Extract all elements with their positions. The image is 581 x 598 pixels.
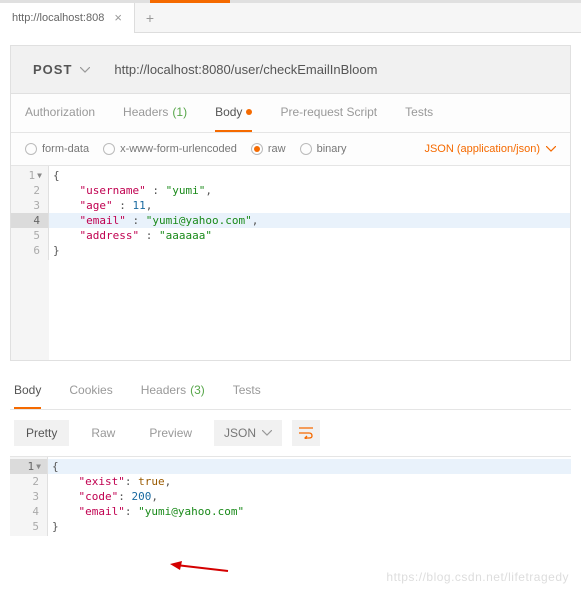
request-url-row: POST [11,46,570,94]
response-tab-cookies[interactable]: Cookies [69,373,112,409]
line-number: 4 [10,504,47,519]
url-input[interactable] [110,56,556,83]
response-format-dropdown[interactable]: JSON [214,420,282,446]
dot-indicator-icon [246,109,252,115]
code-line[interactable]: "age" : 11, [49,198,570,213]
response-headers-count: (3) [190,383,205,397]
response-tabs: Body Cookies Headers (3) Tests [10,373,571,410]
response-tab-headers[interactable]: Headers (3) [141,373,205,409]
request-tabs: Authorization Headers (1) Body Pre-reque… [11,94,570,133]
code-line[interactable]: "exist": true, [48,474,571,489]
code-line[interactable]: { [48,459,571,474]
code-line[interactable]: "username" : "yumi", [49,183,570,198]
response-panel: Body Cookies Headers (3) Tests Pretty Ra… [10,373,571,536]
response-tab-body[interactable]: Body [14,373,41,409]
code-line[interactable]: } [49,243,570,258]
browser-tab-strip: http://localhost:808 × + [0,3,581,33]
line-number: 6 [11,243,48,258]
code-line[interactable]: "code": 200, [48,489,571,504]
method-dropdown[interactable]: POST [25,56,98,83]
chevron-down-icon [80,67,90,73]
radio-binary[interactable]: binary [300,143,347,155]
line-number: 3 [11,198,48,213]
tab-prerequest[interactable]: Pre-request Script [280,94,377,132]
line-number: 2 [10,474,47,489]
pretty-button[interactable]: Pretty [14,420,69,446]
fold-toggle-icon[interactable]: ▼ [36,459,41,474]
code-line[interactable]: "email" : "yumi@yahoo.com", [49,213,570,228]
line-number: 5 [10,519,47,534]
code-line[interactable]: } [48,519,571,534]
line-number: 1▼ [11,168,48,183]
raw-button[interactable]: Raw [79,420,127,446]
headers-count: (1) [172,105,187,119]
tab-tests[interactable]: Tests [405,94,433,132]
add-tab-button[interactable]: + [135,10,165,26]
code-line[interactable]: "email": "yumi@yahoo.com" [48,504,571,519]
radio-icon [251,143,263,155]
radio-form-data[interactable]: form-data [25,143,89,155]
request-panel: POST Authorization Headers (1) Body Pre-… [10,45,571,361]
tab-authorization[interactable]: Authorization [25,94,95,132]
response-body-editor[interactable]: 1▼2345 { "exist": true, "code": 200, "ema… [10,456,571,536]
radio-raw[interactable]: raw [251,143,286,155]
chevron-down-icon [262,430,272,436]
fold-toggle-icon[interactable]: ▼ [37,168,42,183]
wrap-lines-button[interactable] [292,420,320,446]
line-number: 3 [10,489,47,504]
window-accent [0,0,581,3]
wrap-icon [299,427,313,439]
arrow-annotation [170,561,230,575]
content-type-dropdown[interactable]: JSON (application/json) [424,143,556,155]
preview-button[interactable]: Preview [137,420,204,446]
close-icon[interactable]: × [114,10,122,25]
watermark: https://blog.csdn.net/lifetragedy [386,570,569,584]
tab-body[interactable]: Body [215,94,252,132]
request-body-editor[interactable]: 1▼23456 { "username" : "yumi", "age" : 11… [11,166,570,260]
radio-icon [300,143,312,155]
response-toolbar: Pretty Raw Preview JSON [10,410,571,456]
browser-tab[interactable]: http://localhost:808 × [0,3,135,33]
line-number: 4 [11,213,48,228]
editor-padding [11,260,570,360]
body-type-row: form-data x-www-form-urlencoded raw bina… [11,133,570,166]
browser-tab-title: http://localhost:808 [12,12,104,24]
line-number: 2 [11,183,48,198]
line-number: 5 [11,228,48,243]
code-line[interactable]: "address" : "aaaaaa" [49,228,570,243]
radio-xwww[interactable]: x-www-form-urlencoded [103,143,237,155]
tab-headers[interactable]: Headers (1) [123,94,187,132]
radio-icon [25,143,37,155]
radio-icon [103,143,115,155]
method-label: POST [33,62,72,77]
code-line[interactable]: { [49,168,570,183]
chevron-down-icon [546,146,556,152]
response-tab-tests[interactable]: Tests [233,373,261,409]
line-number: 1▼ [10,459,47,474]
